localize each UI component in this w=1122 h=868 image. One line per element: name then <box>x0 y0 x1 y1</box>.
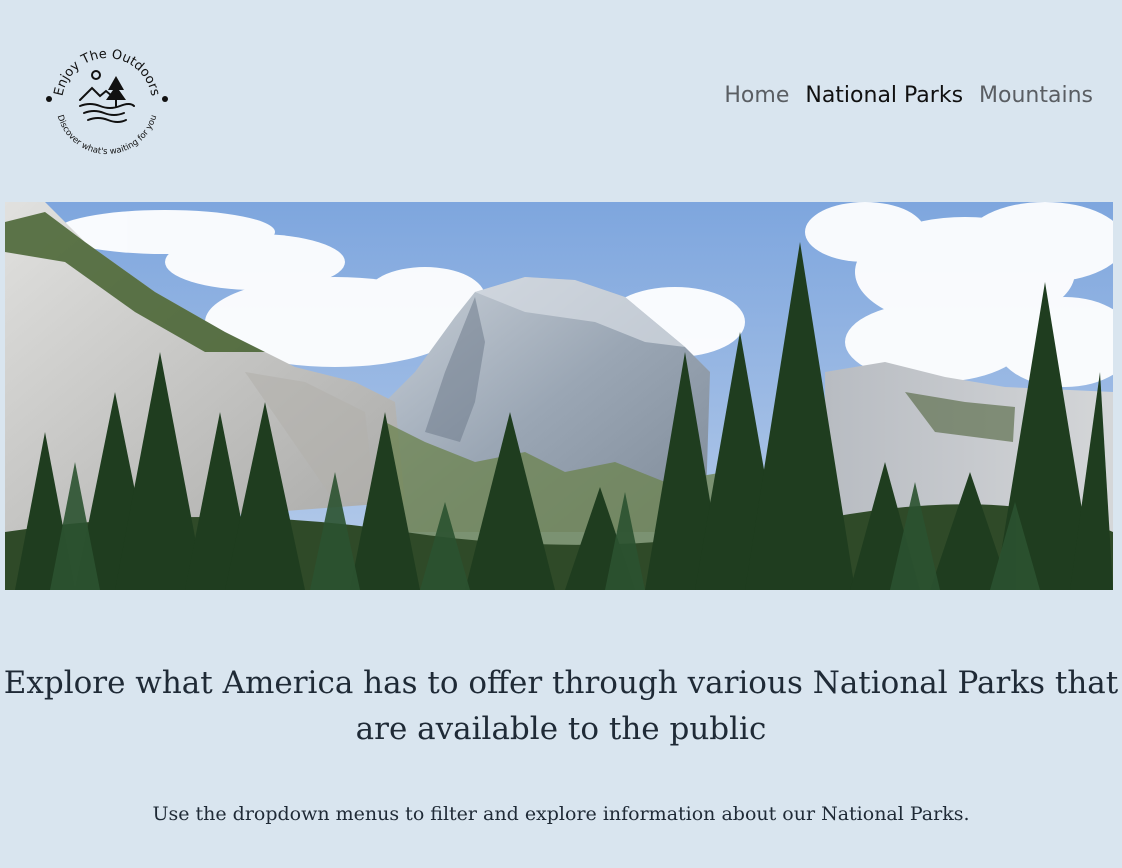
main-nav: Home National Parks Mountains <box>724 80 1093 112</box>
logo-right-dot <box>162 96 168 102</box>
nav-national-parks-link[interactable]: National Parks <box>805 80 963 112</box>
logo-landscape-icon <box>79 70 135 123</box>
logo-left-dot <box>46 96 52 102</box>
nav-mountains-link[interactable]: Mountains <box>979 80 1093 112</box>
hero-image <box>5 202 1113 590</box>
nav-home-link[interactable]: Home <box>724 80 789 112</box>
svg-text:Enjoy The Outdoors: Enjoy The Outdoors <box>52 47 163 98</box>
logo-top-text: Enjoy The Outdoors <box>52 47 163 98</box>
page-subtext: Use the dropdown menus to filter and exp… <box>152 803 970 825</box>
page-headline: Explore what America has to offer throug… <box>3 665 1119 747</box>
site-logo[interactable]: Enjoy The Outdoors Discover what's waiti… <box>40 36 174 170</box>
